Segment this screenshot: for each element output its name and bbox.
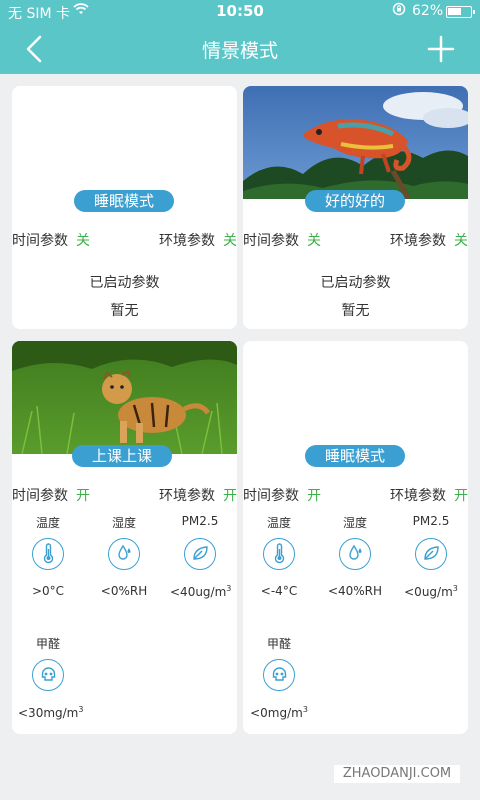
time-param: 时间参数开 xyxy=(12,485,90,505)
unit-superscript: 3 xyxy=(78,705,84,714)
param-row: 时间参数关 环境参数关 xyxy=(12,230,237,250)
scene-name-badge: 睡眠模式 xyxy=(74,190,175,212)
humidity-drop-icon xyxy=(108,538,140,570)
param-row: 时间参数关 环境参数关 xyxy=(243,230,468,250)
time-param: 时间参数关 xyxy=(12,230,90,250)
watermark: ZHAODANJI.COM xyxy=(334,765,460,783)
thermometer-icon xyxy=(263,538,295,570)
scene-card[interactable]: 上课上课 时间参数开 环境参数开 温度 >0°C 湿度 <0%RH PM2.5 … xyxy=(12,341,237,734)
clock: 10:50 xyxy=(216,2,264,20)
battery-fill xyxy=(448,8,461,15)
env-value: <0%RH xyxy=(100,584,148,598)
skull-icon xyxy=(263,659,295,691)
time-param-label: 时间参数 xyxy=(243,233,299,249)
plus-icon xyxy=(427,35,455,63)
started-params-label: 已启动参数 xyxy=(320,275,391,291)
env-label: 温度 xyxy=(266,516,291,530)
scene-name-badge: 睡眠模式 xyxy=(305,445,406,467)
env-label: PM2.5 xyxy=(181,514,219,528)
env-temperature: 温度 <-4°C xyxy=(249,514,309,598)
scene-card[interactable]: 睡眠模式 时间参数开 环境参数开 温度 <-4°C 湿度 <40%RH PM2.… xyxy=(243,341,468,734)
started-params-value: 暂无 xyxy=(110,303,139,319)
env-formaldehyde: 甲醛 <0mg/m3 xyxy=(249,635,309,720)
time-param-state: 关 xyxy=(307,233,321,249)
time-param-label: 时间参数 xyxy=(243,488,299,504)
time-param-state: 关 xyxy=(76,233,90,249)
leaf-icon xyxy=(184,538,216,570)
humidity-drop-icon xyxy=(339,538,371,570)
thermometer-icon xyxy=(32,538,64,570)
env-param-label: 环境参数 xyxy=(159,488,215,504)
env-param-state: 开 xyxy=(223,488,237,504)
time-param-label: 时间参数 xyxy=(12,488,68,504)
time-param: 时间参数关 xyxy=(243,230,321,250)
env-param-state: 开 xyxy=(454,488,468,504)
env-param-state: 关 xyxy=(454,233,468,249)
env-value: <0mg/m3 xyxy=(249,705,309,720)
chameleon-image xyxy=(243,86,468,200)
add-scene-button[interactable] xyxy=(426,34,456,64)
time-param-state: 开 xyxy=(76,488,90,504)
env-param-label: 环境参数 xyxy=(159,233,215,249)
env-param: 环境参数开 xyxy=(390,485,468,505)
nav-bar: 情景模式 xyxy=(0,24,480,74)
skull-icon xyxy=(32,659,64,691)
env-value: >0°C xyxy=(31,584,65,598)
env-pm25: PM2.5 <40ug/m3 xyxy=(170,514,232,599)
env-label: 甲醛 xyxy=(266,637,291,651)
env-formaldehyde: 甲醛 <30mg/m3 xyxy=(18,635,83,720)
env-value: <40ug/m3 xyxy=(170,584,232,599)
env-value: <-4°C xyxy=(260,584,298,598)
time-param: 时间参数开 xyxy=(243,485,321,505)
param-row: 时间参数开 环境参数开 xyxy=(12,485,237,505)
env-param: 环境参数关 xyxy=(159,230,237,250)
env-label: 湿度 xyxy=(342,516,367,530)
rotation-lock-icon xyxy=(392,2,406,20)
env-value-text: <30mg/m xyxy=(18,706,79,720)
env-param: 环境参数关 xyxy=(390,230,468,250)
scene-name-badge: 上课上课 xyxy=(72,445,173,467)
env-param: 环境参数开 xyxy=(159,485,237,505)
env-param-label: 环境参数 xyxy=(390,233,446,249)
started-params-label: 已启动参数 xyxy=(89,275,160,291)
time-param-label: 时间参数 xyxy=(12,233,68,249)
env-humidity: 湿度 <0%RH xyxy=(94,514,154,598)
env-value: <40%RH xyxy=(327,584,383,598)
leaf-icon xyxy=(415,538,447,570)
battery-percent: 62% xyxy=(412,3,444,19)
scene-name-badge: 好的好的 xyxy=(305,190,406,212)
env-label: PM2.5 xyxy=(412,514,450,528)
env-param-state: 关 xyxy=(223,233,237,249)
unit-superscript: 3 xyxy=(226,584,232,593)
unit-superscript: 3 xyxy=(302,705,308,714)
param-row: 时间参数开 环境参数开 xyxy=(243,485,468,505)
time-param-state: 开 xyxy=(307,488,321,504)
battery-icon xyxy=(446,6,475,18)
page-title: 情景模式 xyxy=(201,40,278,62)
env-value-text: <40ug/m xyxy=(170,585,227,599)
scene-card[interactable]: 好的好的 时间参数关 环境参数关 已启动参数 暂无 xyxy=(243,86,468,329)
env-value-text: <0ug/m xyxy=(404,585,453,599)
scene-card[interactable]: 睡眠模式 时间参数关 环境参数关 已启动参数 暂无 xyxy=(12,86,237,329)
env-humidity: 湿度 <40%RH xyxy=(325,514,385,598)
env-param-label: 环境参数 xyxy=(390,488,446,504)
env-value: <0ug/m3 xyxy=(401,584,461,599)
tiger-cub-image xyxy=(12,341,237,455)
env-value: <30mg/m3 xyxy=(18,705,83,720)
env-value-text: <0mg/m xyxy=(250,706,303,720)
env-pm25: PM2.5 <0ug/m3 xyxy=(401,514,461,599)
env-label: 温度 xyxy=(35,516,60,530)
unit-superscript: 3 xyxy=(452,584,458,593)
env-temperature: 温度 >0°C xyxy=(18,514,78,598)
status-bar: 无 SIM 卡 10:50 62% xyxy=(0,0,480,24)
env-label: 甲醛 xyxy=(35,637,60,651)
env-label: 湿度 xyxy=(111,516,136,530)
started-params-value: 暂无 xyxy=(341,303,370,319)
